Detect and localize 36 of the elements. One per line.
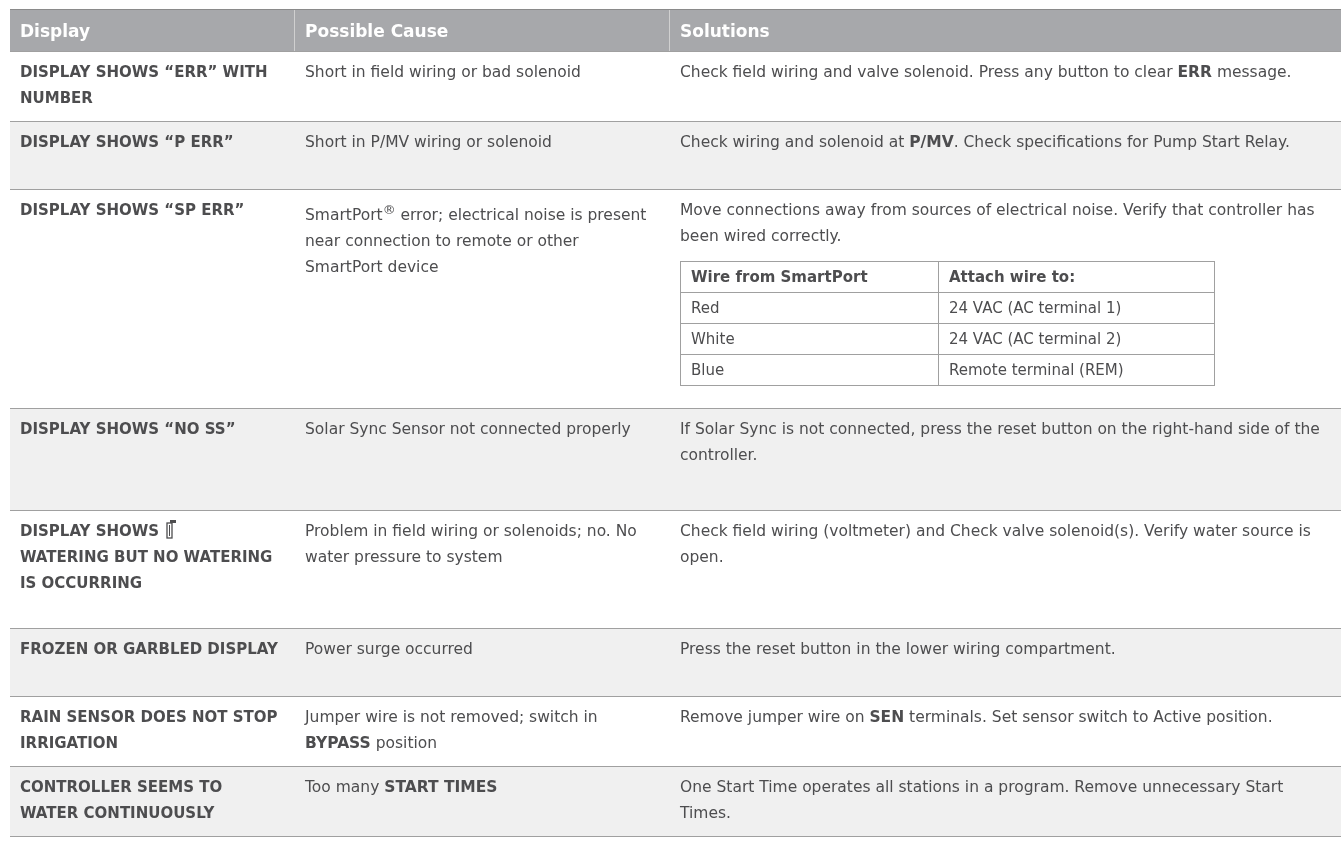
cause-text: SmartPort$^{®}$ error; electrical noise is present near connection to remote or other SmartPort device [305, 206, 647, 277]
display-text: DISPLAY SHOWS [20, 522, 160, 540]
solution-text: One Start Time operates all stations in a program. Remove unnecessary Start Times. [680, 778, 1284, 822]
solution-text: If Solar Sync is not connected, press the reset button on the right-hand side of the controller. [680, 420, 1320, 464]
display-text: DISPLAY SHOWS “ERR” WITH NUMBER [20, 62, 269, 109]
display-text: CONTROLLER SEEMS TO WATER CONTINUOUSLY [20, 777, 224, 824]
cause-text: Short in field wiring or bad solenoid [305, 63, 581, 81]
solution-text: Check field wiring and valve solenoid. Press any button to clear ERR message. [680, 63, 1292, 81]
table-cell: Red [680, 292, 939, 324]
table-cell: Remote terminal (REM) [938, 354, 1215, 386]
display-text: DISPLAY SHOWS “SP ERR” [20, 200, 246, 221]
column-header: Attach wire to: [938, 261, 1215, 293]
column-header: Possible Cause [295, 10, 670, 51]
column-header: Display [10, 10, 295, 51]
cause-text: Too many START TIMES [305, 778, 498, 796]
cause-text: Short in P/MV wiring or solenoid [305, 133, 552, 151]
solution-text: Remove jumper wire on SEN terminals. Set sensor switch to Active position. [680, 708, 1273, 726]
table-cell: 24 VAC (AC terminal 1) [938, 292, 1215, 324]
solution-text: Check field wiring (voltmeter) and Check valve solenoid(s). Verify water source is open. [680, 522, 1311, 566]
display-text: DISPLAY SHOWS “P ERR” [20, 132, 235, 153]
table-cell: Blue [680, 354, 939, 386]
column-header: Solutions [679, 20, 771, 43]
table-cell: White [680, 323, 939, 355]
display-text: FROZEN OR GARBLED DISPLAY [20, 639, 279, 660]
table-cell: 24 VAC (AC terminal 2) [938, 323, 1215, 355]
solution-text: Press the reset button in the lower wiring compartment. [680, 640, 1116, 658]
cause-text: Jumper wire is not removed; switch in BYPASS position [305, 708, 598, 752]
display-text: RAIN SENSOR DOES NOT STOP IRRIGATION [20, 707, 279, 754]
cause-text: Problem in field wiring or solenoids; no. No water pressure to system [305, 522, 637, 566]
display-text: DISPLAY SHOWS “NO SS” [20, 419, 237, 440]
solution-text: Move connections away from sources of electrical noise. Verify that controller has been wired correctly. [680, 201, 1315, 245]
cause-text: Solar Sync Sensor not connected properly [305, 420, 631, 438]
solution-text: Check wiring and solenoid at P/MV. Check specifications for Pump Start Relay. [680, 133, 1290, 151]
display-text: WATERING BUT NO WATERING IS OCCURRING [20, 547, 274, 594]
column-header: Wire from SmartPort [680, 261, 939, 293]
cause-text: Power surge occurred [305, 640, 473, 658]
